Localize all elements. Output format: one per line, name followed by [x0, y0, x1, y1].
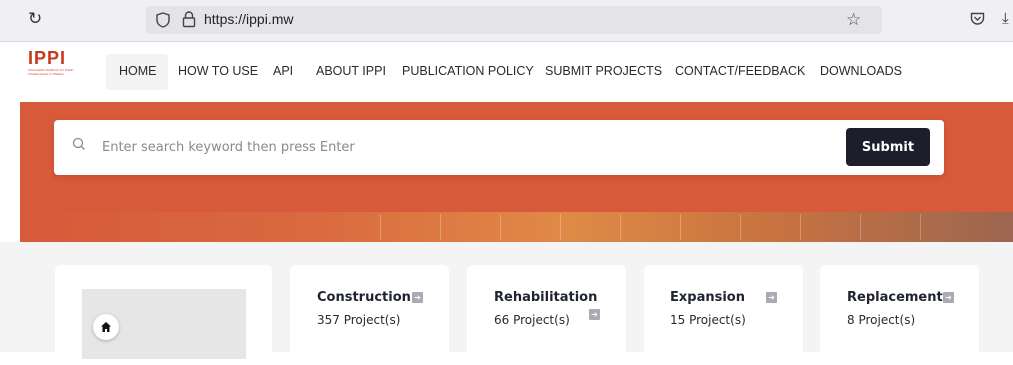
category-count: 8 Project(s)	[847, 313, 916, 327]
category-title: Expansion	[670, 290, 745, 305]
arrow-right-icon[interactable]: ➜	[412, 292, 423, 303]
category-title: Construction	[317, 290, 411, 305]
home-icon[interactable]	[93, 314, 119, 340]
hero-image-strip	[20, 212, 1013, 242]
arrow-right-icon[interactable]: ➜	[589, 309, 600, 320]
category-title: Rehabilitation	[494, 290, 598, 305]
url-text[interactable]: https://ippi.mw	[204, 11, 293, 27]
nav-api[interactable]: API	[273, 64, 293, 78]
category-count: 66 Project(s)	[494, 313, 570, 327]
nav-submit-projects[interactable]: SUBMIT PROJECTS	[545, 64, 662, 78]
logo-tagline: Information Platform for Public Infrastr…	[28, 68, 74, 76]
nav-about-ippi[interactable]: ABOUT IPPI	[316, 64, 386, 78]
download-icon[interactable]: ⤓	[1002, 9, 1009, 27]
lock-icon[interactable]	[182, 11, 196, 28]
browser-toolbar: ↻ https://ippi.mw ☆ ⤓	[0, 0, 1013, 42]
bookmark-star-icon[interactable]: ☆	[846, 10, 861, 30]
address-bar[interactable]: https://ippi.mw ☆	[146, 6, 882, 34]
nav-downloads[interactable]: DOWNLOADS	[820, 64, 902, 78]
category-count: 357 Project(s)	[317, 313, 401, 327]
nav-publication-policy[interactable]: PUBLICATION POLICY	[402, 64, 534, 78]
nav-home[interactable]: HOME	[119, 64, 157, 78]
shield-icon[interactable]	[156, 12, 170, 28]
pocket-icon[interactable]	[970, 12, 985, 26]
search-bar: Submit	[54, 120, 944, 175]
submit-button[interactable]: Submit	[846, 128, 930, 166]
nav-contact-feedback[interactable]: CONTACT/FEEDBACK	[675, 64, 805, 78]
reload-icon[interactable]: ↻	[28, 9, 42, 29]
site-logo[interactable]: IPPI Information Platform for Public Inf…	[28, 48, 88, 76]
arrow-right-icon[interactable]: ➜	[766, 292, 777, 303]
site-navbar: IPPI Information Platform for Public Inf…	[0, 42, 1013, 102]
arrow-right-icon[interactable]: ➜	[943, 292, 954, 303]
search-icon	[72, 137, 85, 150]
category-count: 15 Project(s)	[670, 313, 746, 327]
nav-how-to-use[interactable]: HOW TO USE	[178, 64, 258, 78]
logo-text: IPPI	[28, 48, 67, 68]
category-title: Replacement	[847, 290, 943, 305]
search-input[interactable]	[102, 132, 822, 162]
